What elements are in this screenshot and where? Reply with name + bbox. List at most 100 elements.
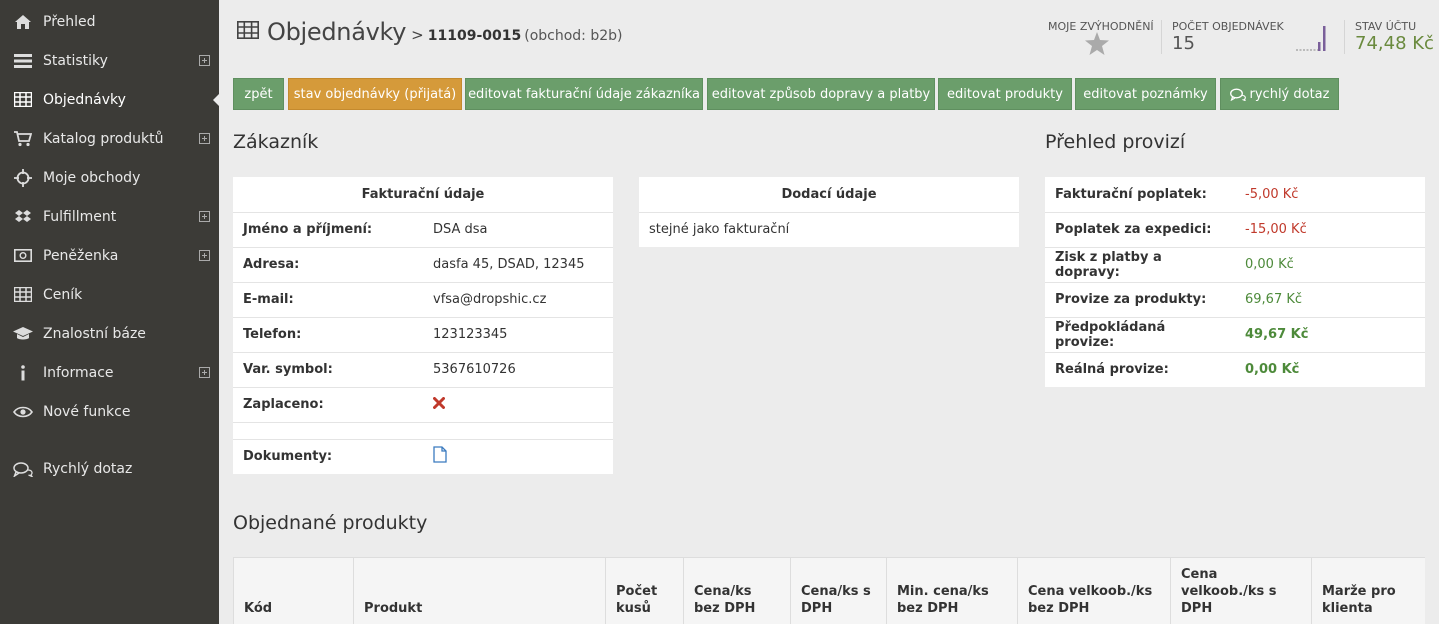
expand-icon[interactable]: [199, 211, 210, 222]
sidebar-item-statistiky[interactable]: Statistiky: [0, 41, 219, 80]
row-value: -15,00 Kč: [1235, 212, 1425, 248]
edit-billing-button[interactable]: editovat fakturační údaje zákazníka: [465, 78, 703, 110]
edit-products-button[interactable]: editovat produkty: [938, 78, 1072, 110]
products-table: Kód Produkt Počet kusů Cena/ks bez DPH C…: [233, 557, 1425, 624]
row-value: 0,00 Kč: [1235, 247, 1425, 283]
sidebar-item-label: Znalostní báze: [43, 325, 146, 342]
delivery-value: stejné jako fakturační: [649, 222, 790, 238]
chat-icon: [13, 459, 33, 479]
order-number: 11109-0015: [427, 28, 522, 44]
row-key: Zisk z platby a dopravy:: [1045, 247, 1235, 283]
billing-table: Fakturační údaje Jméno a příjmení: DSA ds…: [233, 177, 613, 474]
sidebar-item-label: Peněženka: [43, 247, 119, 264]
row-key: Fakturační poplatek:: [1045, 177, 1235, 213]
table-row: Zisk z platby a dopravy: 0,00 Kč: [1045, 247, 1425, 283]
sidebar-item-cenik[interactable]: Ceník: [0, 275, 219, 314]
orders-count-stat: Počet objednávek 15: [1172, 20, 1284, 54]
table-row: Dokumenty:: [233, 439, 613, 474]
sidebar-item-rychly-dotaz[interactable]: Rychlý dotaz: [0, 449, 219, 488]
row-key: E-mail:: [233, 282, 423, 318]
expand-icon[interactable]: [199, 250, 210, 261]
sidebar-item-fulfillment[interactable]: Fulfillment: [0, 197, 219, 236]
table-row: Poplatek za expedici: -15,00 Kč: [1045, 212, 1425, 248]
table-row: Jméno a příjmení: DSA dsa: [233, 212, 613, 248]
sidebar-item-label: Rychlý dotaz: [43, 460, 133, 477]
sidebar-item-prehled[interactable]: Přehled: [0, 2, 219, 41]
order-status-button[interactable]: stav objednávky (přijatá): [288, 78, 462, 110]
table-row: Provize za produkty: 69,67 Kč: [1045, 282, 1425, 318]
column-header[interactable]: Kód: [233, 557, 354, 624]
sidebar-item-moje-obchody[interactable]: Moje obchody: [0, 158, 219, 197]
edit-notes-button[interactable]: editovat poznámky: [1075, 78, 1216, 110]
row-value: DSA dsa: [423, 212, 613, 248]
chat-icon: [1229, 88, 1246, 101]
sidebar-item-penezenka[interactable]: Peněženka: [0, 236, 219, 275]
eye-icon: [13, 402, 33, 422]
balance-value: 74,48 Kč: [1355, 33, 1434, 54]
expand-icon[interactable]: [199, 55, 210, 66]
commissions-heading: Přehled provizí: [1045, 131, 1186, 153]
sidebar-item-informace[interactable]: Informace: [0, 353, 219, 392]
column-header[interactable]: Cena velkoob./ks bez DPH: [1017, 557, 1171, 624]
balance-caption: Stav účtu: [1355, 20, 1417, 33]
star-icon[interactable]: [1085, 32, 1109, 59]
products-heading: Objednané produkty: [233, 512, 428, 534]
breadcrumb-separator: >: [411, 26, 424, 44]
row-key: Var. symbol:: [233, 352, 423, 388]
divider: [1161, 20, 1162, 54]
row-value: vfsa@dropshic.cz: [423, 282, 613, 318]
sidebar-item-label: Nové funkce: [43, 403, 131, 420]
sidebar-item-label: Statistiky: [43, 52, 108, 69]
table-header-row: Kód Produkt Počet kusů Cena/ks bez DPH C…: [233, 557, 1425, 624]
shop-label: (obchod: b2b): [524, 28, 623, 44]
paid-label: Zaplaceno:: [233, 387, 423, 423]
sidebar-item-label: Katalog produktů: [43, 130, 164, 147]
edit-shipping-button[interactable]: editovat způsob dopravy a platby: [707, 78, 935, 110]
sidebar-item-label: Přehled: [43, 13, 96, 30]
row-value: 69,67 Kč: [1235, 282, 1425, 318]
column-header[interactable]: Počet kusů: [605, 557, 684, 624]
table-row: stejné jako fakturační: [639, 212, 1019, 247]
back-button[interactable]: zpět: [233, 78, 284, 110]
column-header[interactable]: Cena velkoob./ks s DPH: [1170, 557, 1312, 624]
column-header[interactable]: Marže pro klienta: [1311, 557, 1425, 624]
sidebar-item-nove-funkce[interactable]: Nové funkce: [0, 392, 219, 431]
row-key: Jméno a příjmení:: [233, 212, 423, 248]
quick-question-button[interactable]: rychlý dotaz: [1220, 78, 1339, 110]
row-key: Reálná provize:: [1055, 362, 1169, 378]
table-row: Fakturační poplatek: -5,00 Kč: [1045, 177, 1425, 213]
row-value: 0,00 Kč: [1245, 362, 1300, 378]
table-row: [233, 422, 613, 440]
column-header[interactable]: Cena/ks s DPH: [790, 557, 887, 624]
row-value: 5367610726: [423, 352, 613, 388]
table-icon: [13, 285, 33, 305]
expand-icon[interactable]: [199, 367, 210, 378]
sidebar-item-objednavky[interactable]: Objednávky: [0, 80, 219, 119]
column-header[interactable]: Produkt: [353, 557, 606, 624]
row-value: dasfa 45, DSAD, 12345: [423, 247, 613, 283]
expand-icon[interactable]: [199, 133, 210, 144]
column-header[interactable]: Min. cena/ks bez DPH: [886, 557, 1018, 624]
bars-icon: [13, 51, 33, 71]
sidebar-item-znalostni-baze[interactable]: Znalostní báze: [0, 314, 219, 353]
customer-heading: Zákazník: [233, 131, 319, 153]
row-key: Adresa:: [233, 247, 423, 283]
document-icon[interactable]: [433, 446, 447, 463]
column-header[interactable]: Cena/ks bez DPH: [683, 557, 791, 624]
money-icon: [13, 246, 33, 266]
table-row: Var. symbol: 5367610726: [233, 352, 613, 388]
main-content: Objednávky > 11109-0015 (obchod: b2b) Mo…: [219, 0, 1439, 624]
commissions-table: Fakturační poplatek: -5,00 Kč Poplatek za…: [1045, 177, 1425, 387]
row-value: -5,00 Kč: [1235, 177, 1425, 213]
page-title: Objednávky > 11109-0015 (obchod: b2b): [237, 18, 622, 46]
table-row: Telefon: 123123345: [233, 317, 613, 353]
quick-question-label: rychlý dotaz: [1249, 86, 1330, 102]
sidebar-item-katalog-produktu[interactable]: Katalog produktů: [0, 119, 219, 158]
favorites-stat: Moje zvýhodnění: [1048, 20, 1154, 55]
row-key: Předpokládaná provize:: [1045, 317, 1235, 353]
sidebar-item-label: Objednávky: [43, 91, 126, 108]
crosshair-icon: [13, 168, 33, 188]
dropbox-icon: [13, 207, 33, 227]
row-key: Provize za produkty:: [1045, 282, 1235, 318]
documents-label: Dokumenty:: [243, 449, 333, 465]
